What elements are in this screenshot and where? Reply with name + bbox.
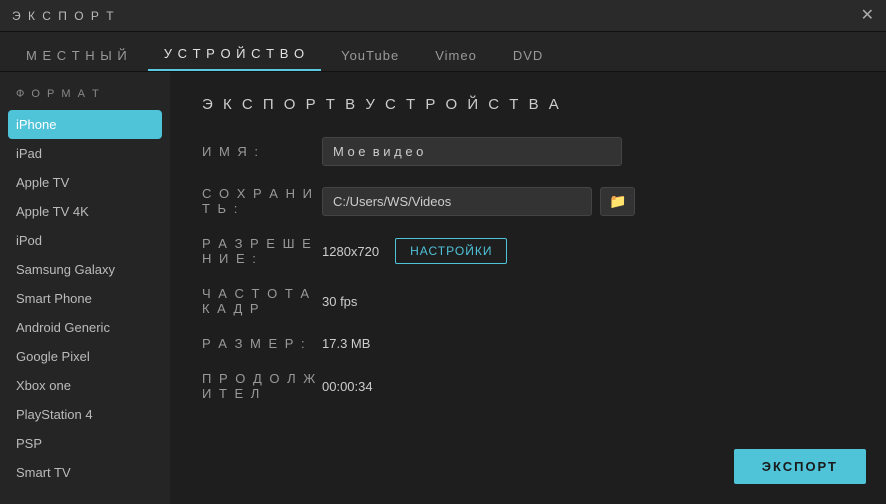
tab-device[interactable]: У С Т Р О Й С Т В О — [148, 38, 321, 71]
sidebar-item-psp[interactable]: PSP — [0, 429, 170, 458]
name-label: И м я : — [202, 144, 322, 159]
sidebar: Ф О Р М А Т iPhone iPad Apple TV Apple T… — [0, 72, 170, 504]
tab-youtube[interactable]: YouTube — [325, 40, 415, 71]
sidebar-item-pixel[interactable]: Google Pixel — [0, 342, 170, 371]
path-container: 📁 — [322, 187, 635, 216]
window-title: Э К С П О Р Т — [12, 9, 116, 23]
page-title: Э К С П О Р Т В У С Т Р О Й С Т В А — [202, 96, 854, 113]
tab-dvd[interactable]: DVD — [497, 40, 559, 71]
sidebar-item-samsung[interactable]: Samsung Galaxy — [0, 255, 170, 284]
title-bar: Э К С П О Р Т ✕ — [0, 0, 886, 32]
size-value: 17.3 MB — [322, 336, 854, 351]
duration-row: П р о д о л ж и т е л 00:00:34 — [202, 371, 854, 401]
save-path-input[interactable] — [322, 187, 592, 216]
sidebar-item-smartphone[interactable]: Smart Phone — [0, 284, 170, 313]
sidebar-item-ipad[interactable]: iPad — [0, 139, 170, 168]
duration-value: 00:00:34 — [322, 379, 854, 394]
duration-label: П р о д о л ж и т е л — [202, 371, 322, 401]
tab-bar: М Е С Т Н Ы Й У С Т Р О Й С Т В О YouTub… — [0, 32, 886, 72]
fps-value: 30 fps — [322, 294, 854, 309]
export-button[interactable]: ЭКСПОРТ — [734, 449, 866, 484]
save-label: С о х р а н и т ь : — [202, 186, 322, 216]
sidebar-item-ipod[interactable]: iPod — [0, 226, 170, 255]
save-row: С о х р а н и т ь : 📁 — [202, 186, 854, 216]
sidebar-item-smarttv[interactable]: Smart TV — [0, 458, 170, 487]
tab-local[interactable]: М Е С Т Н Ы Й — [10, 40, 144, 71]
tab-vimeo[interactable]: Vimeo — [419, 40, 493, 71]
resolution-value: 1280x720 — [322, 244, 379, 259]
name-input[interactable] — [322, 137, 622, 166]
sidebar-item-iphone[interactable]: iPhone — [8, 110, 162, 139]
resolution-label: Р а з р е ш е н и е : — [202, 236, 322, 266]
settings-button[interactable]: НАСТРОЙКИ — [395, 238, 507, 264]
resolution-container: 1280x720 НАСТРОЙКИ — [322, 238, 507, 264]
fps-label: Ч а с т о т а к а д р — [202, 286, 322, 316]
main-layout: Ф О Р М А Т iPhone iPad Apple TV Apple T… — [0, 72, 886, 504]
size-label: Р а з м е р : — [202, 336, 322, 351]
resolution-row: Р а з р е ш е н и е : 1280x720 НАСТРОЙКИ — [202, 236, 854, 266]
folder-button[interactable]: 📁 — [600, 187, 635, 216]
close-button[interactable]: ✕ — [861, 8, 874, 24]
size-row: Р а з м е р : 17.3 MB — [202, 336, 854, 351]
sidebar-item-android[interactable]: Android Generic — [0, 313, 170, 342]
content-area: Э К С П О Р Т В У С Т Р О Й С Т В А И м … — [170, 72, 886, 504]
sidebar-item-xbox[interactable]: Xbox one — [0, 371, 170, 400]
fps-row: Ч а с т о т а к а д р 30 fps — [202, 286, 854, 316]
sidebar-title: Ф О Р М А Т — [0, 88, 170, 110]
sidebar-item-ps4[interactable]: PlayStation 4 — [0, 400, 170, 429]
name-row: И м я : — [202, 137, 854, 166]
sidebar-item-appletv[interactable]: Apple TV — [0, 168, 170, 197]
sidebar-item-appletv4k[interactable]: Apple TV 4K — [0, 197, 170, 226]
